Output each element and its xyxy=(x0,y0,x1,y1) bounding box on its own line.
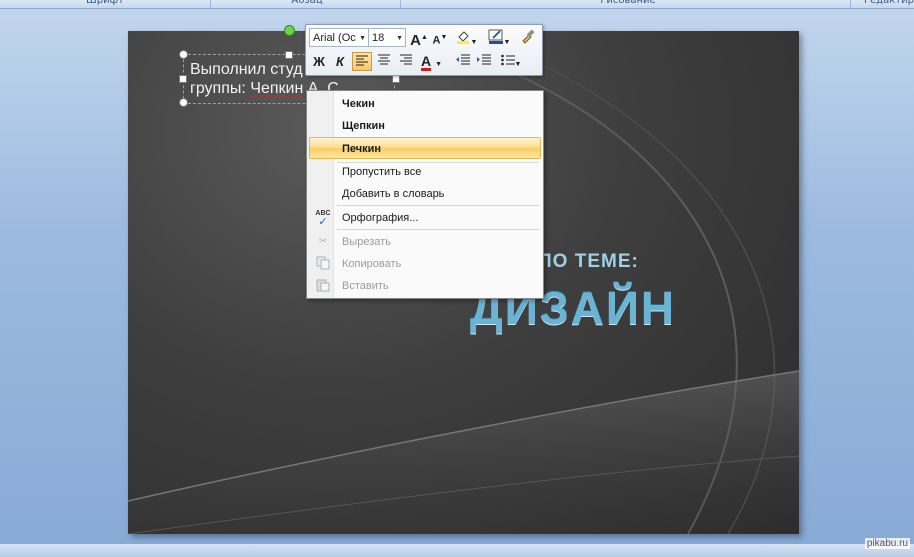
ribbon-group-labels: Шрифт Абзац Рисование Редактиро xyxy=(0,0,914,9)
menu-separator xyxy=(337,229,539,230)
grow-font-button[interactable]: A▲ xyxy=(409,28,429,49)
paint-bucket-icon xyxy=(456,31,469,44)
ribbon-group-paragraph[interactable]: Абзац xyxy=(214,0,401,8)
status-bar xyxy=(0,543,914,557)
decrease-indent-icon xyxy=(456,54,470,65)
increase-indent-icon xyxy=(477,54,491,65)
resize-handle-top[interactable] xyxy=(285,51,293,59)
copy-item[interactable]: Копировать xyxy=(309,253,541,275)
skip-all-item[interactable]: Пропустить все xyxy=(309,161,541,183)
align-right-button[interactable] xyxy=(396,52,416,71)
menu-separator xyxy=(337,205,539,206)
textbox-line-1[interactable]: Выполнил студ xyxy=(190,61,303,79)
suggestion-pechkin[interactable]: Печкин xyxy=(309,137,541,159)
decrease-indent-button[interactable] xyxy=(453,52,473,71)
resize-handle-left[interactable] xyxy=(179,75,187,83)
font-color-button[interactable]: A ▼ xyxy=(418,52,446,71)
shape-outline-button[interactable]: ▼ xyxy=(484,28,514,47)
slide-subtitle[interactable]: ПО ТЕМЕ: xyxy=(538,251,639,273)
spelling-item[interactable]: ABC ✓ Орфография... xyxy=(309,207,541,229)
format-painter-button[interactable] xyxy=(518,28,538,47)
font-name-combo[interactable]: Arial (Ос ▼ xyxy=(309,28,369,47)
mini-formatting-toolbar: Arial (Ос ▼ 18 ▼ A▲ A▼ ▼ ▼ Ж К A ▼ ▼ xyxy=(305,24,543,76)
watermark-text: pikabu.ru xyxy=(864,538,910,549)
suggestion-chekin[interactable]: Чекин xyxy=(309,93,541,115)
textbox-line-2-prefix: группы: xyxy=(190,80,251,97)
cut-item[interactable]: ✂ Вырезать xyxy=(309,231,541,253)
suggestion-shchepkin[interactable]: Щепкин xyxy=(309,115,541,137)
highlight-button[interactable]: ▼ xyxy=(452,28,480,47)
align-right-icon xyxy=(400,54,412,65)
font-size-combo[interactable]: 18 ▼ xyxy=(368,28,406,47)
ribbon-group-drawing[interactable]: Рисование xyxy=(406,0,851,8)
shrink-font-button[interactable]: A▼ xyxy=(430,28,450,47)
resize-handle-right[interactable] xyxy=(392,75,400,83)
resize-handle-top-left[interactable] xyxy=(179,50,188,59)
add-to-dictionary-item[interactable]: Добавить в словарь xyxy=(309,183,541,205)
align-left-icon xyxy=(356,55,368,66)
chevron-down-icon[interactable]: ▼ xyxy=(359,29,366,46)
brush-icon xyxy=(522,29,535,44)
align-center-button[interactable] xyxy=(374,52,394,71)
ribbon-group-font[interactable]: Шрифт xyxy=(0,0,211,8)
ribbon-group-editing[interactable]: Редактиро xyxy=(856,0,914,8)
increase-indent-button[interactable] xyxy=(474,52,494,71)
pencil-icon xyxy=(488,29,503,44)
align-left-button[interactable] xyxy=(352,52,372,71)
resize-handle-bottom-left[interactable] xyxy=(179,98,188,107)
spell-check-icon: ABC ✓ xyxy=(315,210,331,228)
paste-icon xyxy=(315,278,331,294)
copy-icon xyxy=(315,256,331,272)
paste-item[interactable]: Вставить xyxy=(309,275,541,297)
bullet-list-icon xyxy=(500,54,515,66)
italic-button[interactable]: К xyxy=(330,52,350,71)
spelling-context-menu: Чекин Щепкин Печкин Пропустить все Добав… xyxy=(306,90,544,299)
rotate-handle[interactable] xyxy=(284,25,295,36)
font-size-value: 18 xyxy=(372,32,385,44)
bullets-button[interactable]: ▼ xyxy=(496,52,526,71)
font-name-value: Arial (Ос xyxy=(313,32,356,44)
misspelled-word[interactable]: Чепкин xyxy=(250,80,303,97)
chevron-down-icon[interactable]: ▼ xyxy=(396,29,403,46)
align-center-icon xyxy=(378,54,390,65)
scissors-icon: ✂ xyxy=(318,236,328,247)
bold-button[interactable]: Ж xyxy=(309,52,329,71)
